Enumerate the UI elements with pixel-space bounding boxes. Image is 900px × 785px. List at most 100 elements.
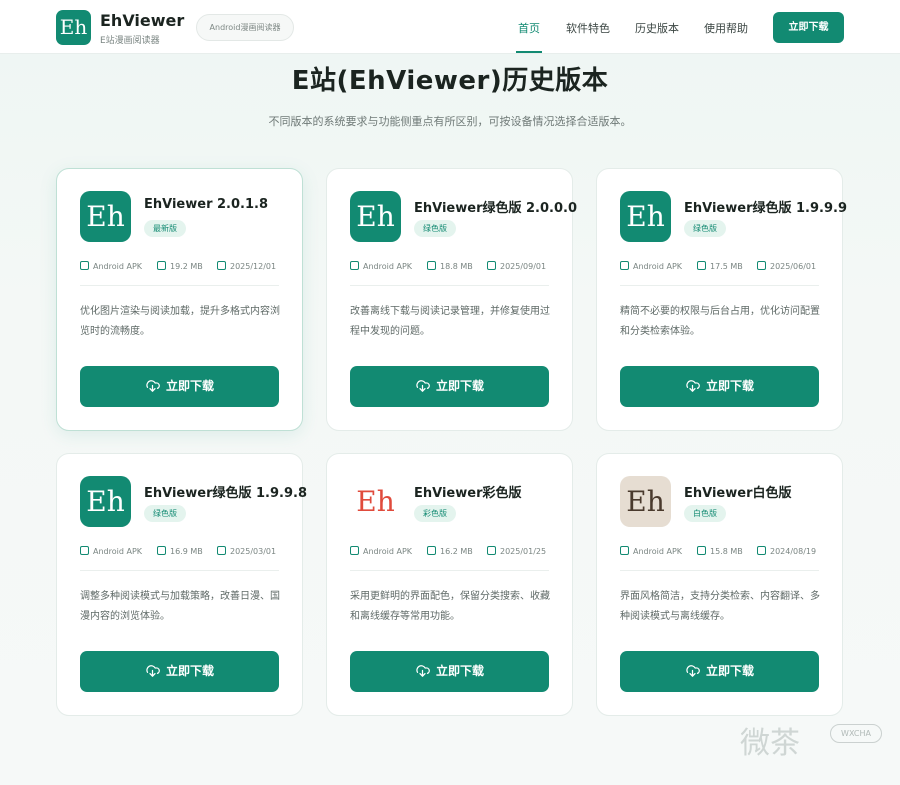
date-meta: 2025/03/01 [217, 546, 276, 556]
date-meta: 2025/12/01 [217, 261, 276, 271]
calendar-icon [757, 546, 766, 555]
cloud-download-icon [686, 665, 700, 677]
watermark-logo: 微茶 [740, 726, 800, 761]
download-label: 立即下载 [165, 664, 214, 678]
date-text: 2025/12/01 [230, 262, 277, 271]
version-description: 精简不必要的权限与后台占用，优化访问配置和分类检索体验。 [620, 306, 820, 337]
app-icon: Eh [80, 191, 131, 242]
version-badge: 绿色版 [414, 220, 456, 237]
platform-pill: Android漫画阅读器 [196, 14, 294, 41]
size-text: 19.2 MB [170, 262, 203, 271]
date-meta: 2024/08/19 [757, 546, 816, 556]
cloud-download-icon [146, 380, 160, 392]
nav-help[interactable]: 使用帮助 [704, 20, 748, 36]
file-icon [80, 546, 89, 555]
version-badge: 绿色版 [144, 505, 186, 522]
file-icon [620, 261, 629, 270]
size-meta: 16.2 MB [427, 546, 473, 556]
version-description: 优化图片渲染与阅读加载，提升多格式内容浏览时的流畅度。 [80, 306, 280, 337]
site-header: Eh EhViewer E站漫画阅读器 Android漫画阅读器 首页 软件特色… [0, 0, 900, 54]
card-divider [620, 285, 819, 286]
date-meta: 2025/09/01 [487, 261, 546, 271]
file-icon [80, 261, 89, 270]
date-text: 2025/03/01 [230, 547, 277, 556]
card-divider [350, 570, 549, 571]
card-divider [80, 570, 279, 571]
download-label: 立即下载 [705, 379, 754, 393]
cloud-download-icon [416, 665, 430, 677]
header-download-button[interactable]: 立即下载 [773, 12, 844, 43]
version-card: Eh EhViewer白色版 白色版 Android APK 15.8 MB 2024/0… [596, 453, 843, 716]
version-description: 改善离线下载与阅读记录管理，并修复使用过程中发现的问题。 [350, 306, 550, 337]
nav-active-indicator [516, 51, 542, 53]
version-description: 界面风格简洁，支持分类检索、内容翻译、多种阅读模式与离线缓存。 [620, 591, 820, 622]
storage-icon [697, 261, 706, 270]
download-button[interactable]: 立即下载 [350, 366, 549, 407]
date-text: 2025/06/01 [770, 262, 817, 271]
download-button[interactable]: 立即下载 [620, 366, 819, 407]
download-label: 立即下载 [165, 379, 214, 393]
size-meta: 16.9 MB [157, 546, 203, 556]
download-button[interactable]: 立即下载 [80, 651, 279, 692]
download-button[interactable]: 立即下载 [80, 366, 279, 407]
date-meta: 2025/06/01 [757, 261, 816, 271]
size-text: 16.9 MB [170, 547, 203, 556]
size-meta: 19.2 MB [157, 261, 203, 271]
platform-text: Android APK [633, 262, 683, 271]
platform-meta: Android APK [80, 546, 142, 556]
version-title: EhViewer 2.0.1.8 [144, 197, 269, 212]
platform-meta: Android APK [620, 261, 682, 271]
calendar-icon [487, 261, 496, 270]
version-title: EhViewer绿色版 1.9.9.9 [684, 201, 848, 216]
version-title: EhViewer彩色版 [414, 486, 522, 501]
platform-text: Android APK [93, 547, 143, 556]
calendar-icon [217, 261, 226, 270]
date-text: 2024/08/19 [770, 547, 817, 556]
platform-meta: Android APK [350, 546, 412, 556]
platform-text: Android APK [363, 547, 413, 556]
version-badge: 绿色版 [684, 220, 726, 237]
nav-features[interactable]: 软件特色 [566, 20, 610, 36]
cloud-download-icon [416, 380, 430, 392]
cloud-download-icon [686, 380, 700, 392]
brand-name[interactable]: EhViewer [100, 11, 184, 30]
version-card: Eh EhViewer绿色版 1.9.9.9 绿色版 Android APK 17.5 … [596, 168, 847, 431]
card-divider [80, 285, 279, 286]
page-title: E站(EhViewer)历史版本 [291, 66, 609, 96]
watermark-tag: WXCHA [830, 724, 882, 743]
size-text: 15.8 MB [710, 547, 743, 556]
file-icon [350, 261, 359, 270]
version-title: EhViewer绿色版 2.0.0.0 [414, 201, 578, 216]
size-meta: 18.8 MB [427, 261, 473, 271]
version-description: 采用更鲜明的界面配色，保留分类搜索、收藏和离线缓存等常用功能。 [350, 591, 550, 622]
app-logo[interactable]: Eh [56, 10, 91, 45]
version-description: 调整多种阅读模式与加载策略，改善日漫、国漫内容的浏览体验。 [80, 591, 280, 622]
platform-text: Android APK [363, 262, 413, 271]
platform-text: Android APK [633, 547, 683, 556]
version-card: Eh EhViewer绿色版 2.0.0.0 绿色版 Android APK 18.8 … [326, 168, 577, 431]
version-card: Eh EhViewer绿色版 1.9.9.8 绿色版 Android APK 16.9 … [56, 453, 307, 716]
size-text: 17.5 MB [710, 262, 743, 271]
download-label: 立即下载 [435, 379, 484, 393]
nav-home[interactable]: 首页 [518, 20, 540, 36]
date-text: 2025/09/01 [500, 262, 547, 271]
platform-text: Android APK [93, 262, 143, 271]
calendar-icon [757, 261, 766, 270]
app-icon-glyph: Eh [356, 485, 395, 518]
platform-meta: Android APK [620, 546, 682, 556]
storage-icon [157, 261, 166, 270]
app-icon: Eh [620, 191, 671, 242]
calendar-icon [217, 546, 226, 555]
version-badge: 白色版 [684, 505, 726, 522]
version-badge: 彩色版 [414, 505, 456, 522]
nav-history[interactable]: 历史版本 [635, 20, 679, 36]
version-badge: 最新版 [144, 220, 186, 237]
download-label: 立即下载 [435, 664, 484, 678]
platform-meta: Android APK [350, 261, 412, 271]
app-icon: Eh [620, 476, 671, 527]
date-meta: 2025/01/25 [487, 546, 546, 556]
version-title: EhViewer绿色版 1.9.9.8 [144, 486, 308, 501]
download-button[interactable]: 立即下载 [350, 651, 549, 692]
size-text: 16.2 MB [440, 547, 473, 556]
download-button[interactable]: 立即下载 [620, 651, 819, 692]
